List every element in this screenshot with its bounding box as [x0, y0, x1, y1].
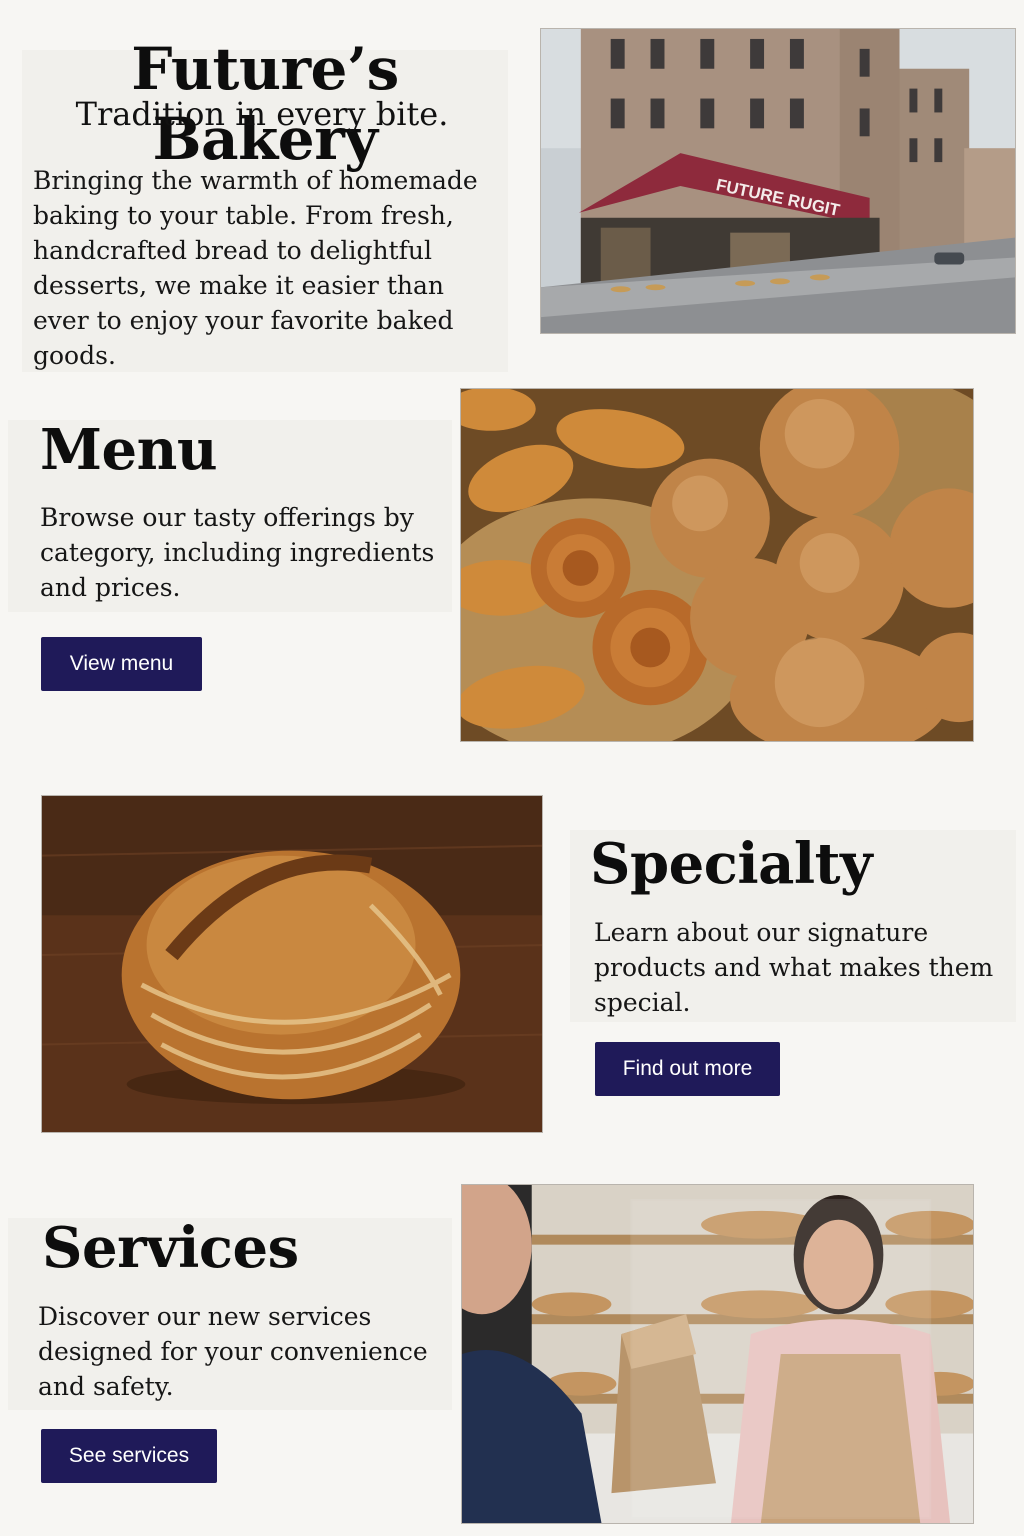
counter-service-image	[461, 1184, 974, 1524]
menu-description: Browse our tasty offerings by category, …	[40, 503, 435, 602]
services-description: Discover our new services designed for y…	[38, 1302, 428, 1401]
hero-description: Bringing the warmth of homemade baking t…	[33, 166, 478, 370]
specialty-title: Specialty	[590, 831, 873, 897]
find-out-more-button[interactable]: Find out more	[595, 1042, 780, 1096]
pastries-image	[460, 388, 974, 742]
services-title: Services	[42, 1215, 299, 1281]
site-tagline: Tradition in every bite.	[75, 95, 449, 133]
sourdough-image	[41, 795, 543, 1133]
specialty-description: Learn about our signature products and w…	[594, 918, 994, 1017]
storefront-image: FUTURE RUGIT	[540, 28, 1016, 334]
view-menu-button[interactable]: View menu	[41, 637, 202, 691]
menu-title: Menu	[40, 417, 218, 483]
see-services-button[interactable]: See services	[41, 1429, 217, 1483]
